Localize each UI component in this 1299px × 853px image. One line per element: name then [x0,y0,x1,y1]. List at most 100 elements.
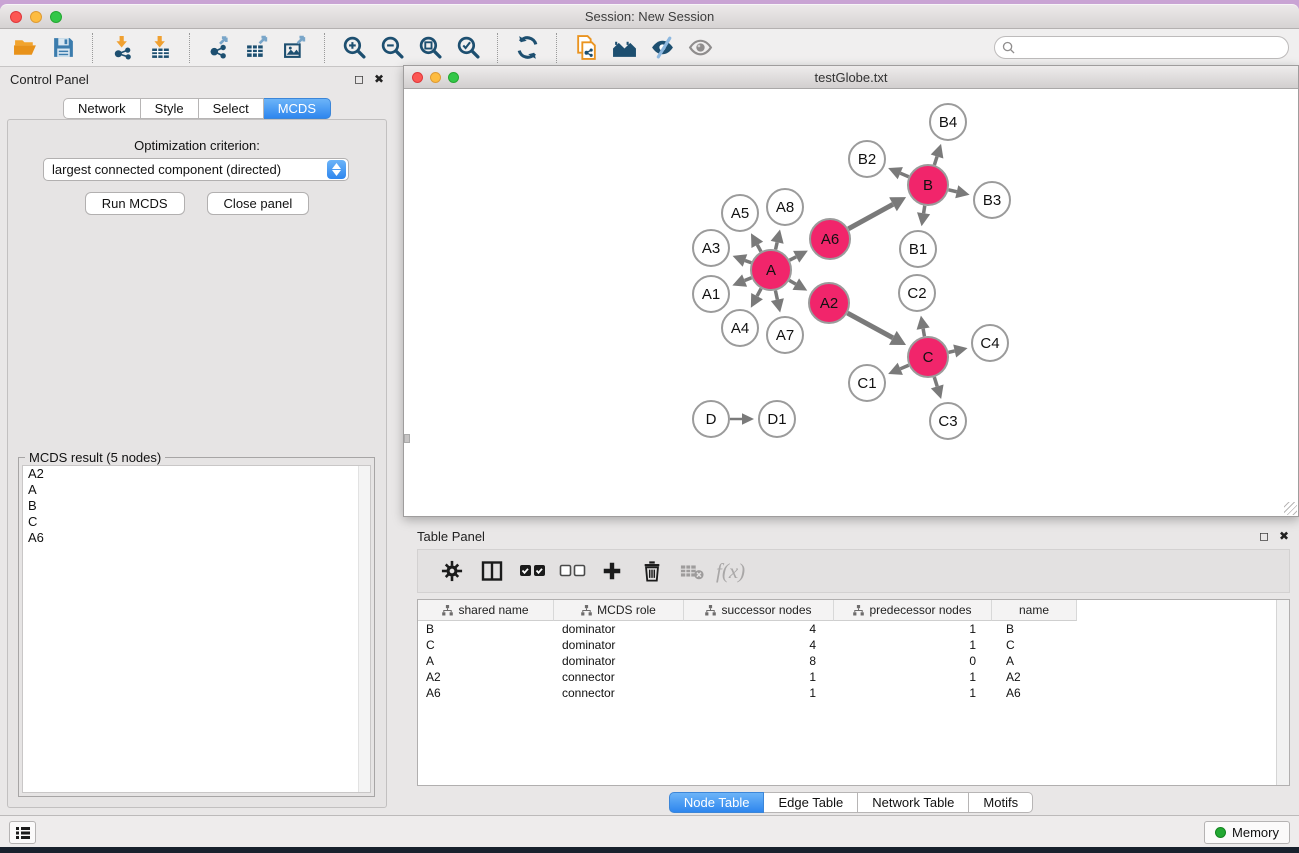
table-cell[interactable]: A6 [992,686,1077,700]
close-panel-button[interactable]: Close panel [207,192,310,215]
table-cell[interactable]: 4 [684,622,834,636]
show-columns-icon[interactable] [472,553,512,589]
table-cell[interactable]: 1 [834,686,992,700]
tab-mcds[interactable]: MCDS [264,98,331,119]
export-network-icon[interactable] [200,33,238,63]
network-canvas[interactable]: B4B2BB3A5A8A6A3AB1A1A2C2A4A7C4C1CDD1C3 [404,89,1298,516]
export-table-icon[interactable] [238,33,276,63]
table-row[interactable]: Bdominator41B [418,621,1276,637]
tab-node-table[interactable]: Node Table [669,792,765,813]
tab-network-table[interactable]: Network Table [858,792,969,813]
graph-edge[interactable] [948,190,956,192]
zoom-selected-icon[interactable] [449,33,487,63]
task-history-button[interactable] [9,821,36,844]
import-network-icon[interactable] [103,33,141,63]
graph-edge[interactable] [757,245,761,252]
graph-edge[interactable] [745,278,752,281]
tab-network[interactable]: Network [63,98,141,119]
resize-grip[interactable] [1284,502,1297,515]
graph-edge[interactable] [848,204,893,229]
table-cell[interactable]: 4 [684,638,834,652]
table-cell[interactable]: 0 [834,654,992,668]
graph-edge[interactable] [789,280,796,284]
graph-edge[interactable] [900,173,908,177]
table-cell[interactable]: 1 [684,686,834,700]
table-scrollbar[interactable] [1276,600,1289,785]
table-cell[interactable]: dominator [554,622,684,636]
graph-edge[interactable] [934,157,937,165]
mcds-result-list[interactable]: A2ABCA6 [22,465,371,793]
table-row[interactable]: Adominator80A [418,653,1276,669]
table-cell[interactable]: B [418,622,554,636]
float-panel-icon[interactable]: ◻ [354,72,364,86]
table-cell[interactable]: A [418,654,554,668]
column-header-successor-nodes[interactable]: successor nodes [684,600,834,621]
table-cell[interactable]: B [992,622,1077,636]
column-header-shared-name[interactable]: shared name [418,600,554,621]
column-header-predecessor-nodes[interactable]: predecessor nodes [834,600,992,621]
splitter-handle[interactable] [404,434,410,443]
graph-edge[interactable] [923,329,924,337]
graph-edge[interactable] [900,365,908,369]
tab-select[interactable]: Select [199,98,264,119]
result-list-item[interactable]: B [23,498,370,514]
float-table-panel-icon[interactable]: ◻ [1259,529,1269,543]
tab-edge-table[interactable]: Edge Table [764,792,858,813]
fit-content-icon[interactable] [411,33,449,63]
table-cell[interactable]: connector [554,670,684,684]
show-eye-icon[interactable] [681,33,719,63]
result-list-item[interactable]: A2 [23,466,370,482]
search-input[interactable] [1015,37,1288,58]
result-list-item[interactable]: A6 [23,530,370,546]
memory-button[interactable]: Memory [1204,821,1290,844]
table-cell[interactable]: 1 [684,670,834,684]
column-header-MCDS-role[interactable]: MCDS role [554,600,684,621]
graph-edge[interactable] [757,289,761,297]
home-icon[interactable] [605,33,643,63]
network-graph[interactable]: B4B2BB3A5A8A6A3AB1A1A2C2A4A7C4C1CDD1C3 [404,89,1298,516]
table-row[interactable]: A2connector11A2 [418,669,1276,685]
graph-edge[interactable] [924,206,925,213]
table-row[interactable]: Cdominator41C [418,637,1276,653]
table-cell[interactable]: A6 [418,686,554,700]
graph-edge[interactable] [776,242,778,249]
select-all-icon[interactable] [512,553,552,589]
function-builder-icon[interactable]: f(x) [712,553,745,589]
add-column-icon[interactable] [592,553,632,589]
table-cell[interactable]: C [418,638,554,652]
close-table-panel-icon[interactable]: ✖ [1279,529,1289,543]
table-cell[interactable]: 1 [834,670,992,684]
import-table-icon[interactable] [141,33,179,63]
graph-edge[interactable] [847,313,892,338]
run-mcds-button[interactable]: Run MCDS [85,192,185,215]
close-panel-icon[interactable]: ✖ [374,72,384,86]
table-cell[interactable]: dominator [554,638,684,652]
table-cell[interactable]: 1 [834,638,992,652]
column-header-name[interactable]: name [992,600,1077,621]
tab-style[interactable]: Style [141,98,199,119]
table-cell[interactable]: 1 [834,622,992,636]
apply-layout-icon[interactable] [508,33,546,63]
delete-icon[interactable] [632,553,672,589]
tab-motifs[interactable]: Motifs [969,792,1033,813]
table-row[interactable]: A6connector11A6 [418,685,1276,701]
table-cell[interactable]: connector [554,686,684,700]
graph-edge[interactable] [948,351,954,352]
export-image-icon[interactable] [276,33,314,63]
graph-edge[interactable] [934,377,937,386]
graph-edge[interactable] [775,291,777,300]
graph-edge[interactable] [790,257,797,260]
settings-gear-icon[interactable] [432,553,472,589]
table-cell[interactable]: 8 [684,654,834,668]
open-file-icon[interactable] [6,33,44,63]
zoom-out-icon[interactable] [373,33,411,63]
result-list-item[interactable]: C [23,514,370,530]
result-list-item[interactable]: A [23,482,370,498]
table-cell[interactable]: C [992,638,1077,652]
criterion-select[interactable]: largest connected component (directed) [43,158,349,181]
table-cell[interactable]: A2 [418,670,554,684]
table-cell[interactable]: A2 [992,670,1077,684]
result-scrollbar[interactable] [358,466,370,792]
clone-network-icon[interactable] [567,33,605,63]
delete-table-icon[interactable] [672,553,712,589]
